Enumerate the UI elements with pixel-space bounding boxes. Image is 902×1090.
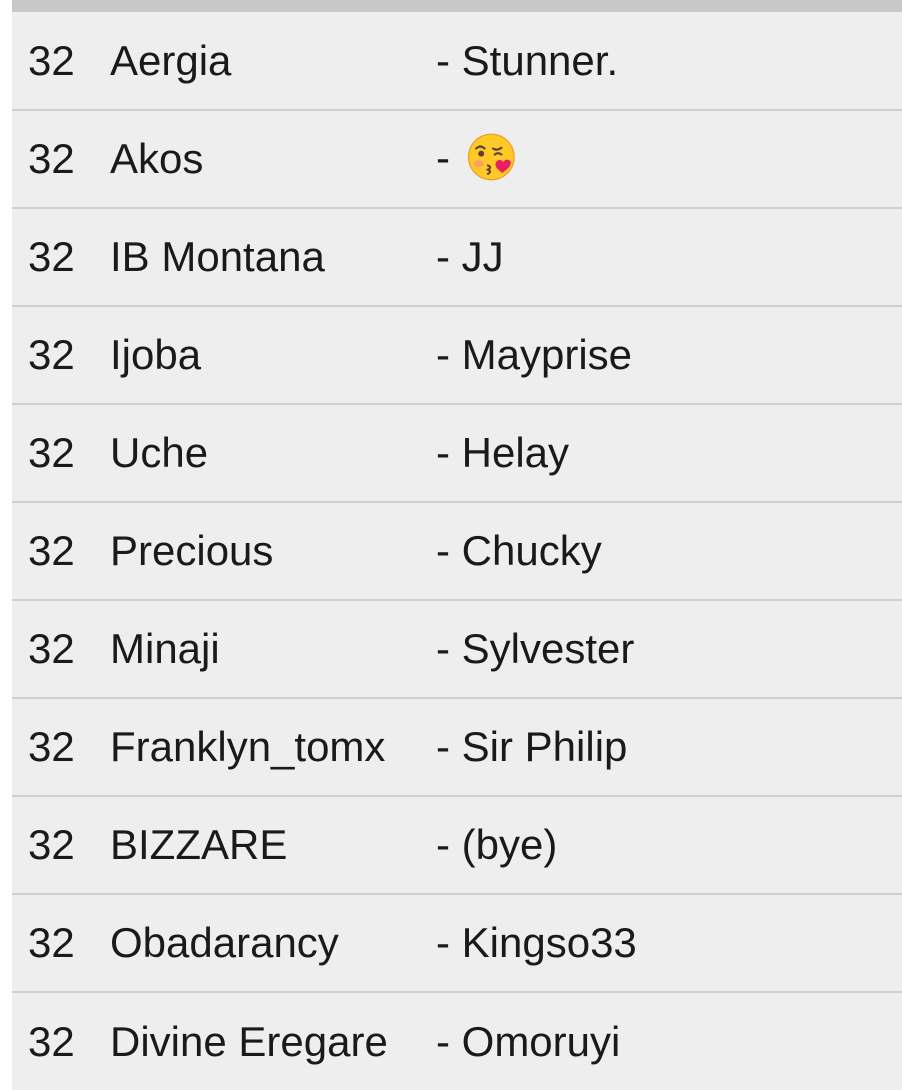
table-row: 32 Ijoba - Mayprise <box>12 306 902 405</box>
player-name: Aergia <box>110 12 436 111</box>
partner-name: - Sylvester <box>436 600 902 699</box>
table-row: 32 Minaji - Sylvester <box>12 600 902 699</box>
row-number: 32 <box>12 502 110 601</box>
table-row: 32 BIZZARE - (bye) <box>12 796 902 895</box>
partner-name: - Helay <box>436 404 902 503</box>
row-number: 32 <box>12 306 110 405</box>
table-row: 32 Uche - Helay <box>12 404 902 503</box>
table-row: 32 Akos - <box>12 110 902 209</box>
player-name: Minaji <box>110 600 436 699</box>
player-name: Precious <box>110 502 436 601</box>
partner-name: - Kingso33 <box>436 894 902 993</box>
partner-cell: - <box>436 110 902 209</box>
partner-name: - JJ <box>436 208 902 307</box>
table-row: 32 Divine Eregare - Omoruyi <box>12 992 902 1090</box>
player-name: Franklyn_tomx <box>110 698 436 797</box>
partner-name: - (bye) <box>436 796 902 895</box>
row-number: 32 <box>12 796 110 895</box>
row-number: 32 <box>12 110 110 209</box>
table-row: 32 Aergia - Stunner. <box>12 12 902 111</box>
table-row: 32 IB Montana - JJ <box>12 208 902 307</box>
pairings-table: 32 Aergia - Stunner. 32 Akos - 32 IB Mon… <box>12 12 902 1090</box>
table-row: 32 Precious - Chucky <box>12 502 902 601</box>
partner-name: - Stunner. <box>436 12 902 111</box>
partner-name: - Omoruyi <box>436 1017 621 1065</box>
row-number: 32 <box>12 894 110 993</box>
partner-name: - Chucky <box>436 502 902 601</box>
row-number: 32 <box>12 698 110 797</box>
partner-name: - Mayprise <box>436 306 902 405</box>
player-name: IB Montana <box>110 208 436 307</box>
table-top-bar <box>12 0 902 12</box>
row-number: 32 <box>28 1017 75 1065</box>
row-number: 32 <box>12 208 110 307</box>
player-name: BIZZARE <box>110 796 436 895</box>
table-row: 32 Franklyn_tomx - Sir Philip <box>12 698 902 797</box>
row-number: 32 <box>12 404 110 503</box>
player-name: Uche <box>110 404 436 503</box>
row-number: 32 <box>12 600 110 699</box>
partner-name: - <box>436 133 450 181</box>
player-name: Ijoba <box>110 306 436 405</box>
row-number: 32 <box>12 12 110 111</box>
player-name: Obadarancy <box>110 894 436 993</box>
table-row: 32 Obadarancy - Kingso33 <box>12 894 902 993</box>
player-name: Akos <box>110 110 436 209</box>
partner-name: - Sir Philip <box>436 698 902 797</box>
player-name: Divine Eregare <box>110 1017 388 1065</box>
kissing-face-with-heart-emoji-icon <box>467 134 515 181</box>
